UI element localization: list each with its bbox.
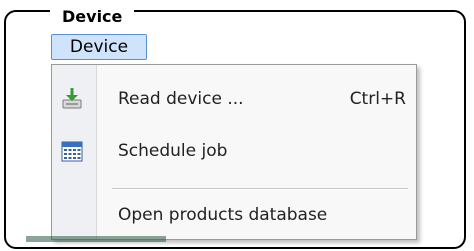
device-menu-dropdown: Read device ... Ctrl+R Schedule job Open… <box>51 64 417 240</box>
menu-item-schedule-job-label: Schedule job <box>118 141 228 161</box>
menu-item-read-device-shortcut: Ctrl+R <box>349 89 406 109</box>
menu-item-read-device[interactable]: Read device ... Ctrl+R <box>52 79 416 119</box>
menu-item-schedule-job[interactable]: Schedule job <box>52 131 416 171</box>
group-frame-title: Device <box>50 8 135 26</box>
calendar-icon <box>60 139 84 163</box>
read-device-icon <box>60 87 84 111</box>
menu-separator <box>112 188 408 190</box>
menu-item-open-products-database-label: Open products database <box>118 205 328 225</box>
menu-item-read-device-label: Read device ... <box>118 89 244 109</box>
menubar-device[interactable]: Device <box>51 34 147 60</box>
background-window-strip <box>26 236 166 242</box>
menu-item-open-products-database[interactable]: Open products database <box>52 195 416 235</box>
